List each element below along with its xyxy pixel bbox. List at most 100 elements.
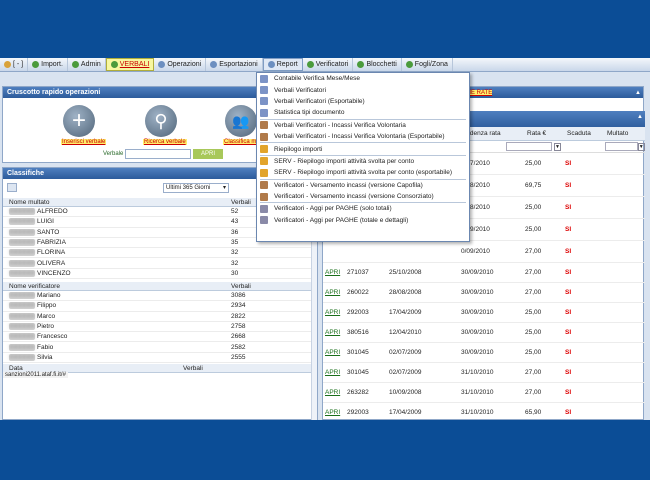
report-menu-item[interactable]: SERV - Riepilogo importi attività svolta… — [257, 156, 469, 167]
report-menu-label: Verificatori - Versamento incassi (versi… — [274, 193, 434, 201]
table-row[interactable]: XXXXXX Pietro 2758 — [3, 322, 317, 333]
report-menu-item[interactable]: Verbali Verificatori (Esportabile) — [257, 96, 469, 107]
insert-verbale-link[interactable]: Inserisci verbale — [61, 139, 107, 145]
expired-flag: SI — [565, 389, 572, 396]
table-row[interactable]: XXXXXX Francesco 2668 — [3, 332, 317, 343]
apri-link[interactable]: APRI — [325, 349, 340, 356]
expired-flag: SI — [565, 226, 572, 233]
apri-link[interactable]: APRI — [325, 289, 340, 296]
verbale-number: 271037 — [347, 269, 369, 276]
table-row[interactable]: APRI 260022 28/08/2008 30/09/2010 27,00 SI — [323, 283, 645, 303]
apri-link[interactable]: APRI — [325, 329, 340, 336]
apri-link[interactable]: APRI — [325, 309, 340, 316]
grid-col-header: cadenza rata — [463, 130, 501, 137]
redacted-name: XXXXXX — [9, 208, 36, 216]
report-menu-item[interactable]: Contabile Verifica Mese/Mese — [257, 73, 469, 84]
menu-item-import[interactable]: Import. — [28, 58, 68, 71]
apri-link[interactable]: APRI — [325, 409, 340, 416]
verbale-date: 17/04/2009 — [389, 309, 422, 316]
report-menu-item[interactable]: Verificatori - Versamento incassi (versi… — [257, 180, 469, 191]
collapse-icon[interactable]: ▲ — [637, 114, 643, 120]
filter-icon[interactable]: ▼ — [637, 142, 645, 151]
redacted-name: XXXXXX — [9, 292, 36, 300]
refresh-icon[interactable] — [7, 183, 17, 192]
table-row[interactable]: XXXXXX VINCENZO 30 — [3, 269, 317, 280]
table-row[interactable]: XXXXXX Fabio 2582 — [3, 342, 317, 353]
table-row[interactable]: XXXXXX Filippo 2934 — [3, 301, 317, 312]
report-menu-item[interactable]: Riepilogo importi — [257, 143, 469, 154]
filter-input[interactable] — [604, 142, 638, 151]
report-icon — [260, 97, 268, 106]
apri-link[interactable]: APRI — [325, 369, 340, 376]
redacted-name: XXXXXX — [9, 333, 36, 341]
report-dropdown-menu: Contabile Verifica Mese/Mese Verbali Veri… — [256, 72, 470, 242]
report-icon — [260, 204, 268, 213]
menu-item-report[interactable]: Report — [262, 58, 303, 71]
apri-link[interactable]: APRI — [325, 389, 340, 396]
report-icon — [260, 132, 268, 141]
apri-link[interactable]: APRI — [325, 269, 340, 276]
report-icon — [260, 181, 268, 190]
verbale-number: 260022 — [347, 289, 369, 296]
menu-item-verbali[interactable]: VERBALI — [105, 58, 155, 71]
verbale-input[interactable] — [125, 149, 191, 159]
menu-icon — [267, 61, 275, 68]
menu-icon — [210, 61, 218, 68]
report-menu-item[interactable]: Verificatori - Versamento incassi (versi… — [257, 191, 469, 202]
menu-item-operazioni[interactable]: Operazioni — [154, 58, 207, 71]
filter-icon[interactable]: ▼ — [553, 142, 562, 151]
table-row[interactable]: APRI 271037 25/10/2008 30/09/2010 27,00 SI — [323, 263, 645, 283]
table-row[interactable]: XXXXXX FLORINA 32 — [3, 248, 317, 259]
report-menu-item[interactable]: Verificatori - Aggi per PAGHE (totale e … — [257, 215, 469, 226]
period-value: Ultimi 365 Giorni — [166, 185, 211, 191]
expired-flag: SI — [565, 160, 572, 167]
table-row[interactable]: APRI 380516 12/04/2010 30/09/2010 25,00 SI — [323, 323, 645, 343]
collapse-icon[interactable]: ▲ — [633, 90, 643, 96]
verbale-date: 12/04/2010 — [389, 329, 422, 336]
expired-flag: SI — [565, 204, 572, 211]
report-menu-item[interactable]: Verbali Verificatori — [257, 84, 469, 95]
menu-item-fogli-zona[interactable]: Fogli/Zona — [402, 58, 453, 71]
add-icon[interactable]: + — [63, 105, 95, 137]
expired-flag: SI — [565, 369, 572, 376]
person-name: OLIVERA — [37, 259, 66, 267]
report-menu-label: Riepilogo importi — [274, 145, 323, 153]
filter-input[interactable] — [506, 142, 552, 151]
table-row[interactable]: XXXXXX OLIVERA 32 — [3, 258, 317, 269]
redacted-name: XXXXXX — [9, 312, 36, 320]
report-menu-item[interactable]: Verbali Verificatori - Incassi Verifica … — [257, 120, 469, 131]
verbali-count: 2822 — [231, 312, 246, 320]
amount: 27,00 — [525, 289, 542, 296]
apri-button[interactable]: APRI — [193, 149, 223, 159]
menu-item-admin[interactable]: Admin — [68, 58, 106, 71]
table-row[interactable]: APRI 292003 17/04/2009 31/10/2010 65,90 SI — [323, 403, 645, 420]
table-row[interactable]: 0/09/2010 27,00 SI — [323, 241, 645, 263]
app-window: [ - ] Import. Admin VERBALI Operazioni Esport… — [0, 58, 650, 420]
menu-item-esportazioni[interactable]: Esportazioni — [206, 58, 263, 71]
table-row[interactable]: APRI 292003 17/04/2009 30/09/2010 25,00 SI — [323, 303, 645, 323]
menu-item-verificatori[interactable]: Verificatori — [303, 58, 354, 71]
report-menu-item[interactable]: Statistica tipi documento — [257, 107, 469, 118]
table-row[interactable]: XXXXXX Marco 2822 — [3, 312, 317, 322]
search-verbale-link[interactable]: Ricerca verbale — [143, 139, 187, 145]
verbali-count: 3086 — [231, 292, 246, 300]
table-row[interactable]: APRI 301045 02/07/2009 30/09/2010 25,00 SI — [323, 343, 645, 363]
report-menu-item[interactable]: Verificatori - Aggi per PAGHE (solo tota… — [257, 203, 469, 214]
report-menu-item[interactable]: SERV - Riepilogo importi attività svolta… — [257, 167, 469, 178]
menu-icon — [357, 61, 365, 68]
period-select[interactable]: Ultimi 365 Giorni ▾ — [163, 183, 229, 193]
search-icon[interactable]: ⚲ — [145, 105, 177, 137]
due-date: 31/10/2010 — [461, 389, 494, 396]
verbale-number: 301045 — [347, 369, 369, 376]
table-row[interactable]: XXXXXX Silvia 2555 — [3, 353, 317, 364]
redacted-name: XXXXXX — [9, 259, 36, 267]
menu-item-blocchetti[interactable]: Blocchetti — [353, 58, 402, 71]
table-row[interactable]: XXXXXX Mariano 3086 — [3, 291, 317, 302]
person-name: FLORINA — [37, 249, 66, 257]
table-row[interactable]: APRI 301045 02/07/2009 31/10/2010 27,00 SI — [323, 363, 645, 383]
report-menu-item[interactable]: Verbali Verificatori - Incassi Verifica … — [257, 131, 469, 142]
menu-item-[interactable]: [ - ] — [0, 58, 29, 71]
users-icon[interactable]: 👥 — [225, 105, 257, 137]
table-row[interactable]: APRI 263282 10/09/2008 31/10/2010 27,00 SI — [323, 383, 645, 403]
verbale-number: 380516 — [347, 329, 369, 336]
